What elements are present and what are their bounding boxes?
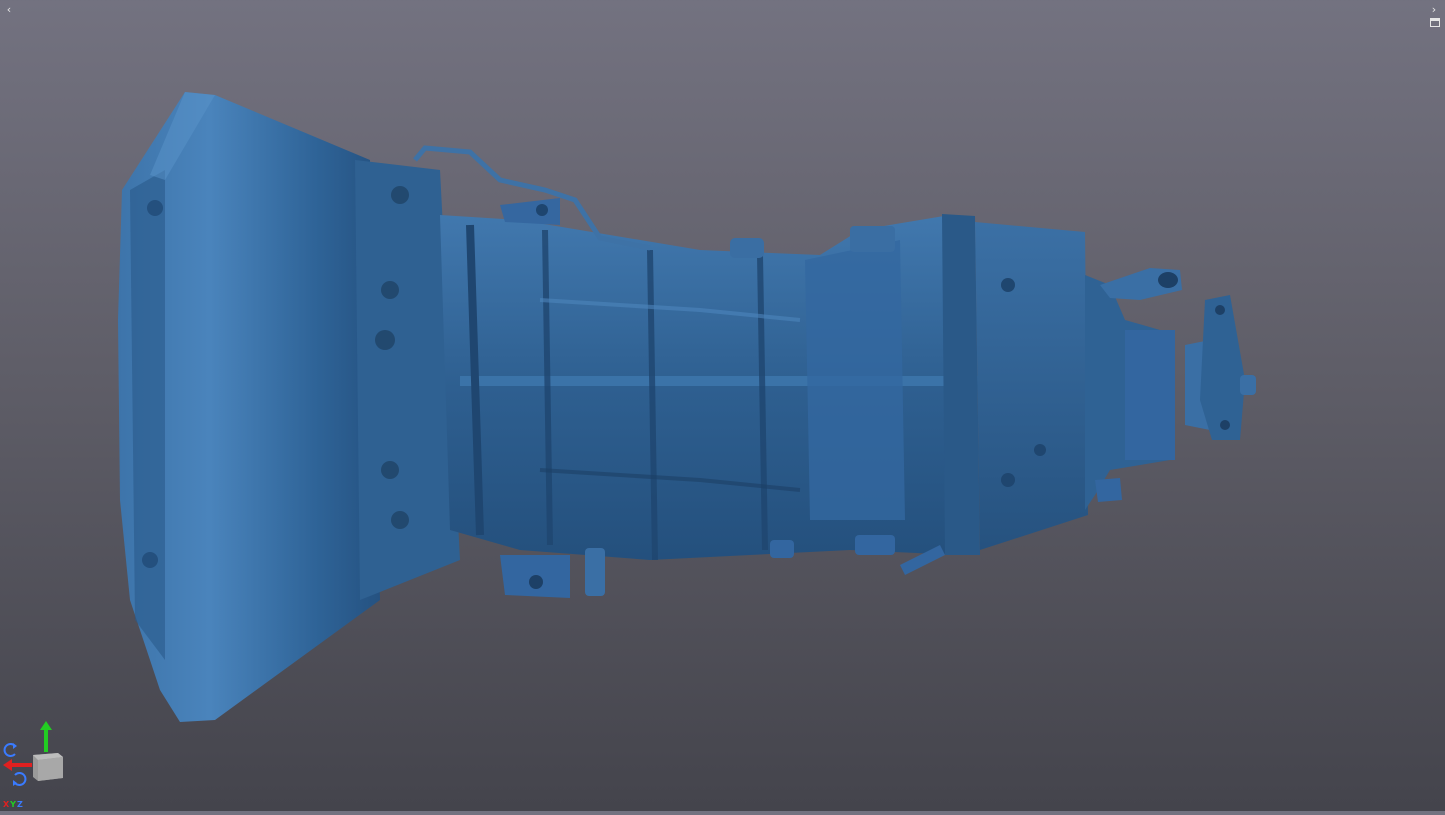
rotate-ccw-icon[interactable] bbox=[13, 772, 27, 786]
adapter-plate bbox=[942, 214, 980, 555]
bell-bolt bbox=[142, 552, 158, 568]
view-cube-icon bbox=[33, 753, 63, 781]
rotate-cw-icon[interactable] bbox=[3, 743, 17, 757]
next-arrow-icon[interactable]: › bbox=[1427, 3, 1441, 17]
previous-arrow-icon[interactable]: ‹ bbox=[2, 3, 16, 17]
panel-toggle-icon[interactable] bbox=[1430, 18, 1440, 27]
y-axis-arrow bbox=[44, 730, 48, 752]
bell-flange bbox=[130, 170, 165, 660]
bell-bolt bbox=[147, 200, 163, 216]
orientation-gizmo[interactable] bbox=[0, 715, 70, 811]
axis-labels: XYZ bbox=[3, 800, 24, 809]
3d-viewport[interactable] bbox=[0, 0, 1445, 811]
z-axis-label: Z bbox=[16, 800, 24, 809]
transmission-model[interactable] bbox=[0, 0, 1445, 811]
y-axis-label: Y bbox=[10, 800, 17, 809]
x-axis-arrow bbox=[10, 763, 32, 767]
